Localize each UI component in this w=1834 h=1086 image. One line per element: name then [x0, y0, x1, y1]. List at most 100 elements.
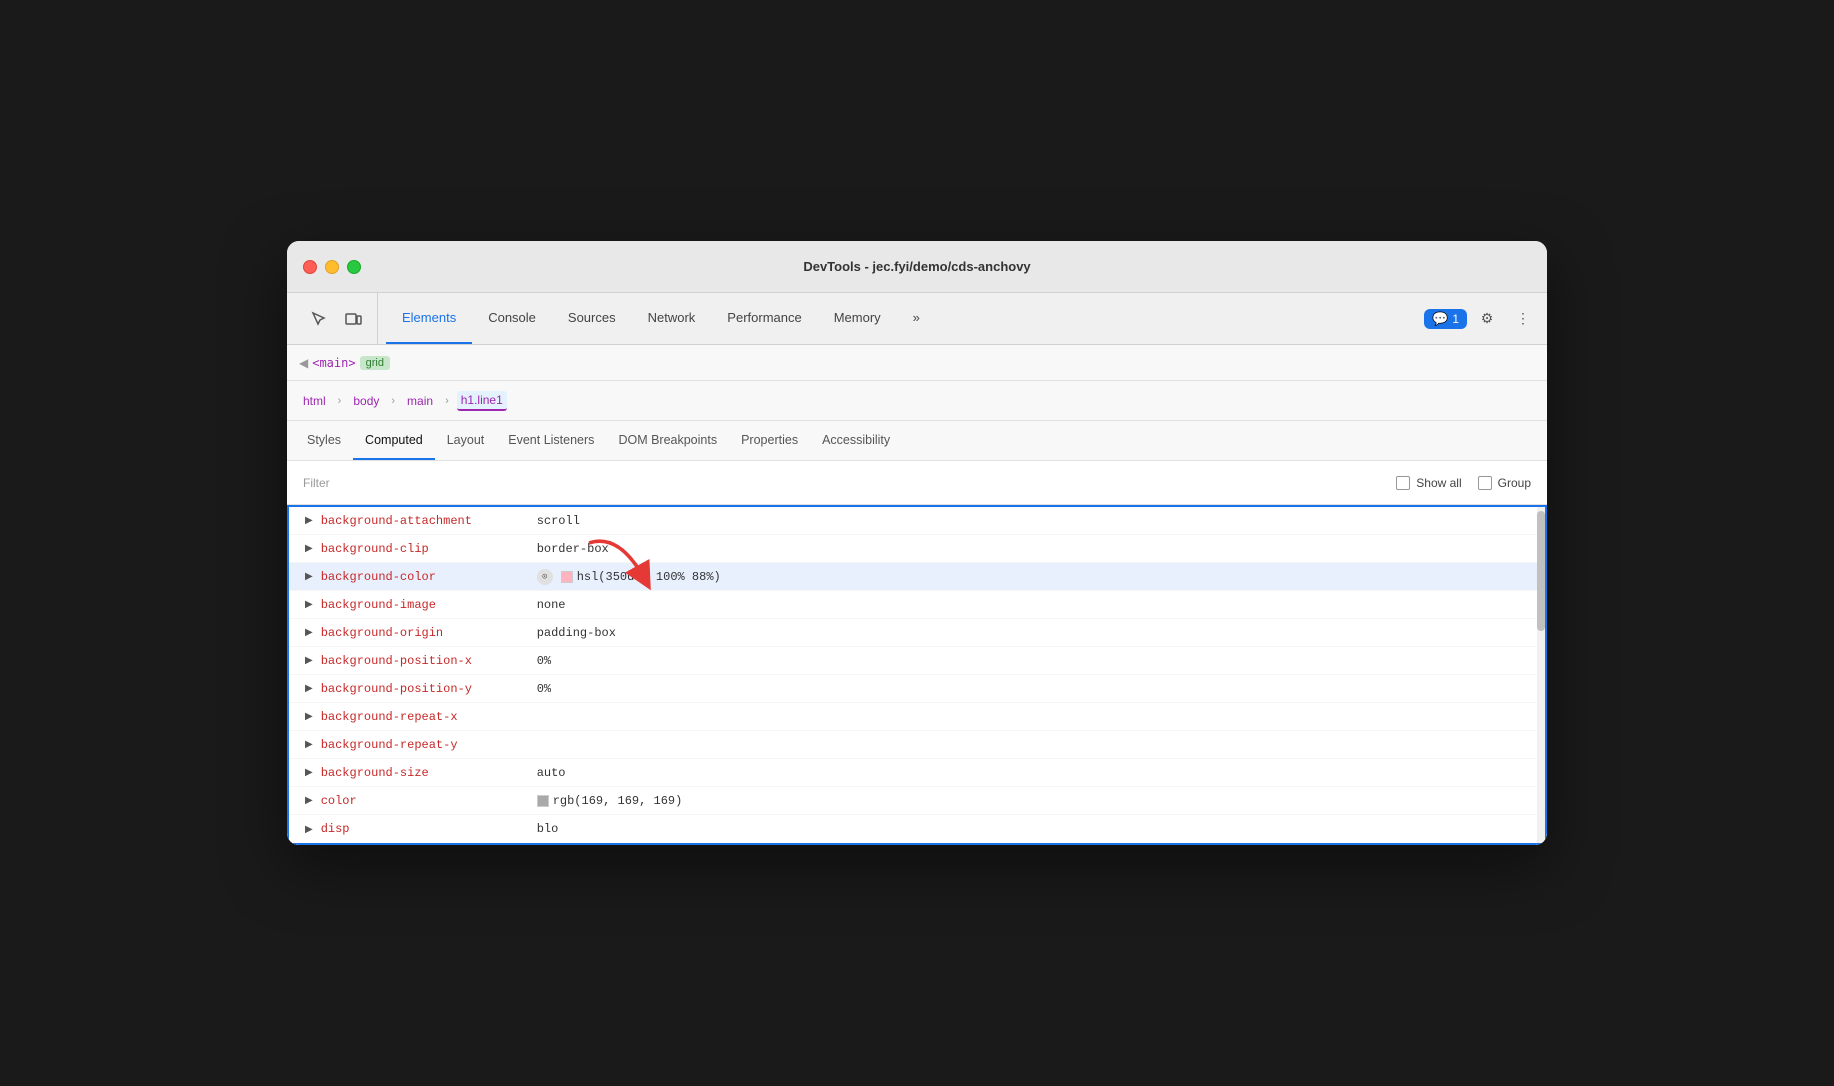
- prop-row-bg-size: ▶ background-size auto: [289, 759, 1545, 787]
- prop-row-bg-origin: ▶ background-origin padding-box: [289, 619, 1545, 647]
- tab-performance[interactable]: Performance: [711, 293, 817, 344]
- prop-expand-bg-size[interactable]: ▶: [305, 767, 313, 778]
- prop-expand-bg-attachment[interactable]: ▶: [305, 515, 313, 526]
- prop-value-display: blo: [537, 822, 559, 836]
- prop-value-bg-color: ⊙ hsl(350deg 100% 88%): [537, 569, 721, 585]
- prop-name-bg-image: background-image: [321, 598, 521, 612]
- tab-nav: Elements Console Sources Network Perform…: [386, 293, 1416, 344]
- prop-expand-bg-repeat-y[interactable]: ▶: [305, 739, 313, 750]
- window-title: DevTools - jec.fyi/demo/cds-anchovy: [803, 259, 1030, 274]
- show-all-checkbox-box[interactable]: [1396, 476, 1410, 490]
- show-all-checkbox[interactable]: Show all: [1396, 476, 1461, 490]
- breadcrumb-bar: ◀ <main> grid: [287, 345, 1547, 381]
- prop-name-bg-repeat-y: background-repeat-y: [321, 738, 521, 752]
- subtab-accessibility[interactable]: Accessibility: [810, 421, 902, 460]
- subtab-dom-breakpoints[interactable]: DOM Breakpoints: [606, 421, 729, 460]
- minimize-button[interactable]: [325, 260, 339, 274]
- fullscreen-button[interactable]: [347, 260, 361, 274]
- prop-name-bg-repeat-x: background-repeat-x: [321, 710, 521, 724]
- titlebar: DevTools - jec.fyi/demo/cds-anchovy: [287, 241, 1547, 293]
- prop-expand-bg-origin[interactable]: ▶: [305, 627, 313, 638]
- dom-path-h1[interactable]: h1.line1: [457, 391, 507, 411]
- panel-content: ▶ background-attachment scroll ▶ backgro…: [287, 505, 1547, 845]
- prop-expand-color[interactable]: ▶: [305, 795, 313, 806]
- prop-row-bg-image: ▶ background-image none: [289, 591, 1545, 619]
- dom-path-body[interactable]: body: [349, 392, 383, 410]
- subtab-layout[interactable]: Layout: [435, 421, 497, 460]
- chat-badge[interactable]: 💬 1: [1424, 309, 1467, 329]
- dom-path-html[interactable]: html: [299, 392, 330, 410]
- prop-name-bg-attachment: background-attachment: [321, 514, 521, 528]
- traffic-lights: [303, 260, 361, 274]
- filter-options: Show all Group: [1396, 476, 1531, 490]
- subtab-bar: Styles Computed Layout Event Listeners D…: [287, 421, 1547, 461]
- prop-row-bg-attachment: ▶ background-attachment scroll: [289, 507, 1545, 535]
- tab-network[interactable]: Network: [632, 293, 712, 344]
- prop-value-bg-size: auto: [537, 766, 566, 780]
- breadcrumb-arrow: ◀: [299, 356, 308, 370]
- group-label: Group: [1498, 476, 1531, 490]
- prop-row-bg-repeat-y: ▶ background-repeat-y: [289, 731, 1545, 759]
- main-toolbar: Elements Console Sources Network Perform…: [287, 293, 1547, 345]
- filter-input[interactable]: Filter: [303, 476, 1380, 490]
- prop-value-bg-image: none: [537, 598, 566, 612]
- close-button[interactable]: [303, 260, 317, 274]
- toolbar-right: 💬 1 ⚙ ⋮: [1416, 303, 1539, 335]
- prop-expand-bg-pos-x[interactable]: ▶: [305, 655, 313, 666]
- prop-expand-bg-repeat-x[interactable]: ▶: [305, 711, 313, 722]
- group-checkbox[interactable]: Group: [1478, 476, 1531, 490]
- prop-name-bg-pos-y: background-position-y: [321, 682, 521, 696]
- subtab-properties[interactable]: Properties: [729, 421, 810, 460]
- properties-panel: ▶ background-attachment scroll ▶ backgro…: [287, 505, 1547, 845]
- devtools-window: DevTools - jec.fyi/demo/cds-anchovy Elem…: [287, 241, 1547, 845]
- prop-expand-bg-pos-y[interactable]: ▶: [305, 683, 313, 694]
- overridden-icon: ⊙: [537, 569, 553, 585]
- settings-icon[interactable]: ⚙: [1471, 303, 1503, 335]
- dom-path-sep3: ›: [445, 395, 449, 407]
- group-checkbox-box[interactable]: [1478, 476, 1492, 490]
- prop-row-bg-clip: ▶ background-clip border-box: [289, 535, 1545, 563]
- tab-sources[interactable]: Sources: [552, 293, 632, 344]
- prop-name-bg-clip: background-clip: [321, 542, 521, 556]
- prop-name-bg-origin: background-origin: [321, 626, 521, 640]
- tab-console[interactable]: Console: [472, 293, 552, 344]
- prop-value-bg-pos-x: 0%: [537, 654, 551, 668]
- subtab-computed[interactable]: Computed: [353, 421, 435, 460]
- prop-name-bg-size: background-size: [321, 766, 521, 780]
- prop-row-bg-repeat-x: ▶ background-repeat-x: [289, 703, 1545, 731]
- dom-path-sep2: ›: [391, 395, 395, 407]
- more-options-icon[interactable]: ⋮: [1507, 303, 1539, 335]
- dom-path-main[interactable]: main: [403, 392, 437, 410]
- prop-row-bg-pos-x: ▶ background-position-x 0%: [289, 647, 1545, 675]
- toolbar-icons: [295, 293, 378, 344]
- subtab-styles[interactable]: Styles: [295, 421, 353, 460]
- tab-more[interactable]: »: [897, 293, 936, 344]
- prop-name-bg-color: background-color: [321, 570, 521, 584]
- prop-value-bg-attachment: scroll: [537, 514, 580, 528]
- tab-memory[interactable]: Memory: [818, 293, 897, 344]
- color-swatch-bg-color[interactable]: [561, 571, 573, 583]
- inspect-icon[interactable]: [303, 303, 335, 335]
- prop-name-display: disp: [321, 822, 521, 836]
- scrollbar-thumb[interactable]: [1537, 511, 1545, 631]
- dom-path-sep1: ›: [338, 395, 342, 407]
- prop-value-bg-clip: border-box: [537, 542, 609, 556]
- prop-expand-display[interactable]: ▶: [305, 824, 313, 835]
- scrollbar[interactable]: [1537, 507, 1545, 843]
- prop-expand-bg-image[interactable]: ▶: [305, 599, 313, 610]
- device-toggle-icon[interactable]: [337, 303, 369, 335]
- prop-expand-bg-color[interactable]: ▶: [305, 571, 313, 582]
- prop-value-color: rgb(169, 169, 169): [537, 794, 683, 808]
- subtab-event-listeners[interactable]: Event Listeners: [496, 421, 606, 460]
- prop-row-color: ▶ color rgb(169, 169, 169): [289, 787, 1545, 815]
- show-all-label: Show all: [1416, 476, 1461, 490]
- breadcrumb-badge: grid: [360, 356, 390, 370]
- tab-elements[interactable]: Elements: [386, 293, 472, 344]
- prop-row-bg-color: ▶ background-color ⊙ hsl(350deg 100% 88%…: [289, 563, 1545, 591]
- color-swatch-color[interactable]: [537, 795, 549, 807]
- dom-path: html › body › main › h1.line1: [287, 381, 1547, 421]
- prop-value-bg-origin: padding-box: [537, 626, 616, 640]
- breadcrumb-tag: <main>: [312, 356, 355, 370]
- prop-expand-bg-clip[interactable]: ▶: [305, 543, 313, 554]
- prop-row-bg-pos-y: ▶ background-position-y 0%: [289, 675, 1545, 703]
